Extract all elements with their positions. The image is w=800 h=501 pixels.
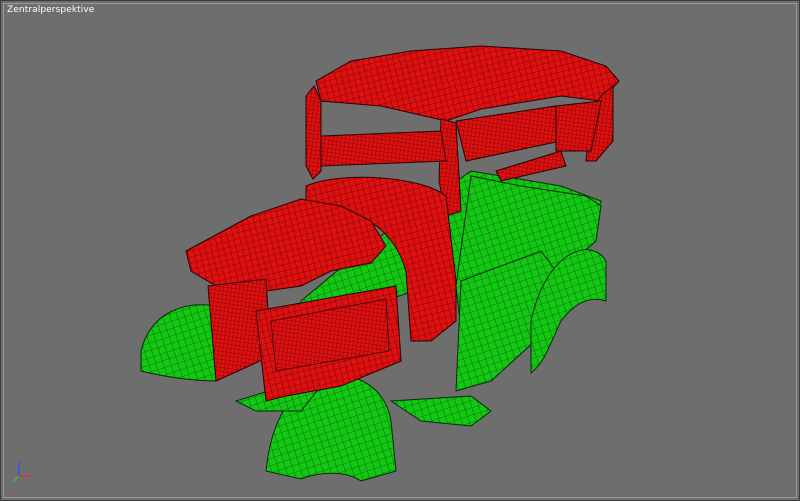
wireframe-model[interactable] (1, 1, 800, 501)
axis-y-icon (12, 475, 20, 483)
axis-gizmo (12, 462, 31, 483)
grille[interactable] (255, 285, 402, 402)
viewport-frame[interactable]: Zentralperspektive (0, 0, 800, 501)
front-fender-left[interactable] (140, 304, 217, 382)
